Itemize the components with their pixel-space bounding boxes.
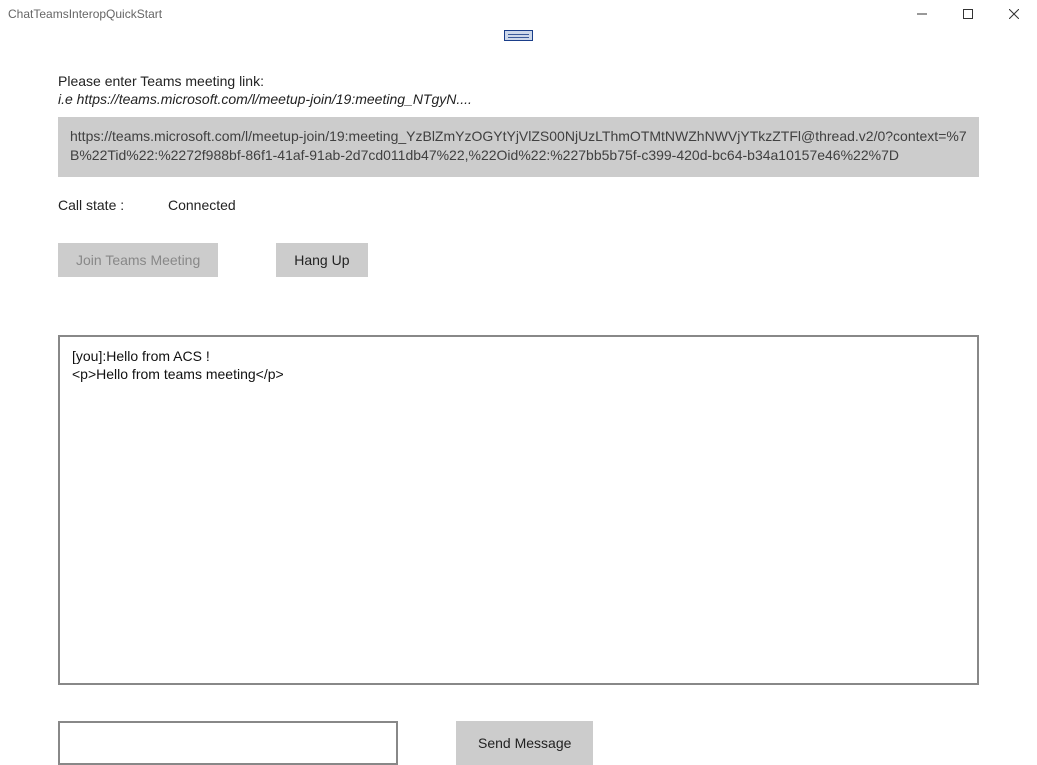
call-state-label: Call state : <box>58 197 168 213</box>
join-meeting-button[interactable]: Join Teams Meeting <box>58 243 218 277</box>
meeting-link-prompt-label: Please enter Teams meeting link: <box>58 73 979 89</box>
close-button[interactable] <box>991 0 1037 28</box>
call-state-value: Connected <box>168 197 236 213</box>
window-title: ChatTeamsInteropQuickStart <box>8 7 162 21</box>
chat-line: [you]:Hello from ACS ! <box>72 347 965 365</box>
message-input[interactable] <box>58 721 398 765</box>
chat-line: <p>Hello from teams meeting</p> <box>72 365 965 383</box>
send-message-button[interactable]: Send Message <box>456 721 593 765</box>
hang-up-button[interactable]: Hang Up <box>276 243 367 277</box>
chat-log[interactable]: [you]:Hello from ACS ! <p>Hello from tea… <box>58 335 979 685</box>
meeting-link-example: i.e https://teams.microsoft.com/l/meetup… <box>58 91 979 107</box>
window-controls <box>899 0 1037 28</box>
meeting-link-input[interactable]: https://teams.microsoft.com/l/meetup-joi… <box>58 117 979 177</box>
minimize-button[interactable] <box>899 0 945 28</box>
window-focus-indicator <box>0 30 1037 41</box>
grip-icon <box>504 30 533 41</box>
window-titlebar: ChatTeamsInteropQuickStart <box>0 0 1037 28</box>
maximize-button[interactable] <box>945 0 991 28</box>
